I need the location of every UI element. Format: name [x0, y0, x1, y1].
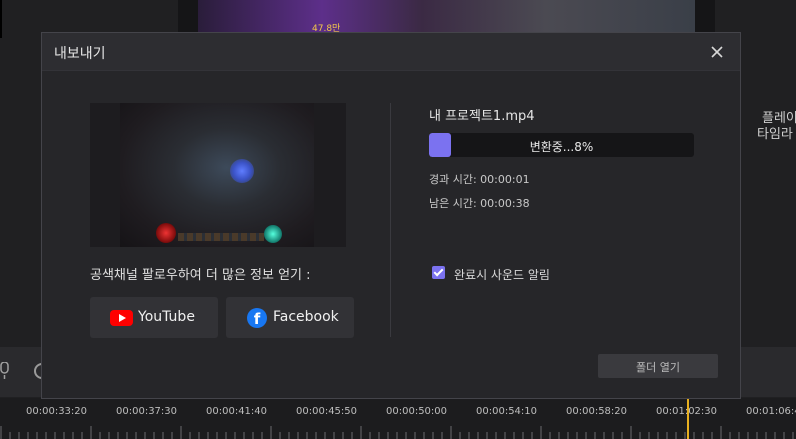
timeline-tick-label: 00:00:50:00: [386, 406, 448, 417]
facebook-icon: f: [247, 308, 267, 328]
youtube-label: YouTube: [138, 309, 195, 325]
thumbnail-mana-orb: [264, 225, 282, 243]
timeline-tick-label: 00:01:06:40: [746, 406, 796, 417]
video-preview: 47.8만: [178, 0, 715, 34]
youtube-button[interactable]: YouTube: [90, 297, 218, 338]
microphone-icon[interactable]: [0, 362, 10, 380]
follow-prompt: 공색채널 팔로우하여 더 많은 정보 얻기 :: [90, 268, 311, 283]
timeline-tick-label: 00:00:37:30: [116, 406, 178, 417]
window-edge: [0, 0, 2, 38]
progress-text: 변환중...8%: [529, 140, 594, 154]
thumbnail-glow: [230, 159, 254, 183]
thumbnail-hud-bar: [178, 233, 264, 241]
facebook-label: Facebook: [273, 309, 339, 325]
side-panel-text: 타임라: [757, 127, 793, 142]
remaining-time: 남은 시간: 00:00:38: [429, 197, 530, 210]
export-file-name: 내 프로젝트1.mp4: [429, 109, 535, 124]
sound-notify-label: 완료시 사운드 알림: [454, 268, 550, 282]
close-icon[interactable]: [706, 41, 728, 63]
timeline-tick-label: 00:00:45:50: [296, 406, 358, 417]
playhead[interactable]: [687, 398, 689, 439]
thumbnail-health-orb: [156, 223, 176, 243]
timeline-tick-label: 00:00:33:20: [26, 406, 88, 417]
preview-frame: [198, 0, 695, 32]
facebook-button[interactable]: f Facebook: [226, 297, 354, 338]
elapsed-time: 경과 시간: 00:00:01: [429, 173, 530, 186]
youtube-icon: [110, 310, 133, 326]
export-dialog: 내보내기 공색채널 팔로우하여 더 많은 정보 얻기 : YouTube f F…: [41, 32, 741, 399]
timeline-ticks: [0, 426, 794, 439]
export-thumbnail: [90, 103, 346, 247]
vertical-divider: [390, 103, 391, 337]
open-folder-button[interactable]: 폴더 열기: [598, 354, 718, 378]
timeline-tick-label: 00:00:54:10: [476, 406, 538, 417]
export-progress-bar: 변환중...8%: [429, 133, 694, 157]
timeline-tick-label: 00:00:41:40: [206, 406, 268, 417]
thumbnail-image: [120, 103, 314, 247]
sound-notify-checkbox[interactable]: [432, 266, 445, 279]
dialog-title: 내보내기: [54, 46, 106, 62]
open-folder-label: 폴더 열기: [636, 361, 680, 374]
timeline-tick-label: 00:00:58:20: [566, 406, 628, 417]
dialog-header: 내보내기: [42, 33, 740, 71]
video-editor-app: 47.8만 플레이 타임라 00:00:33:20 00:00:37:30 00:0…: [0, 0, 796, 439]
